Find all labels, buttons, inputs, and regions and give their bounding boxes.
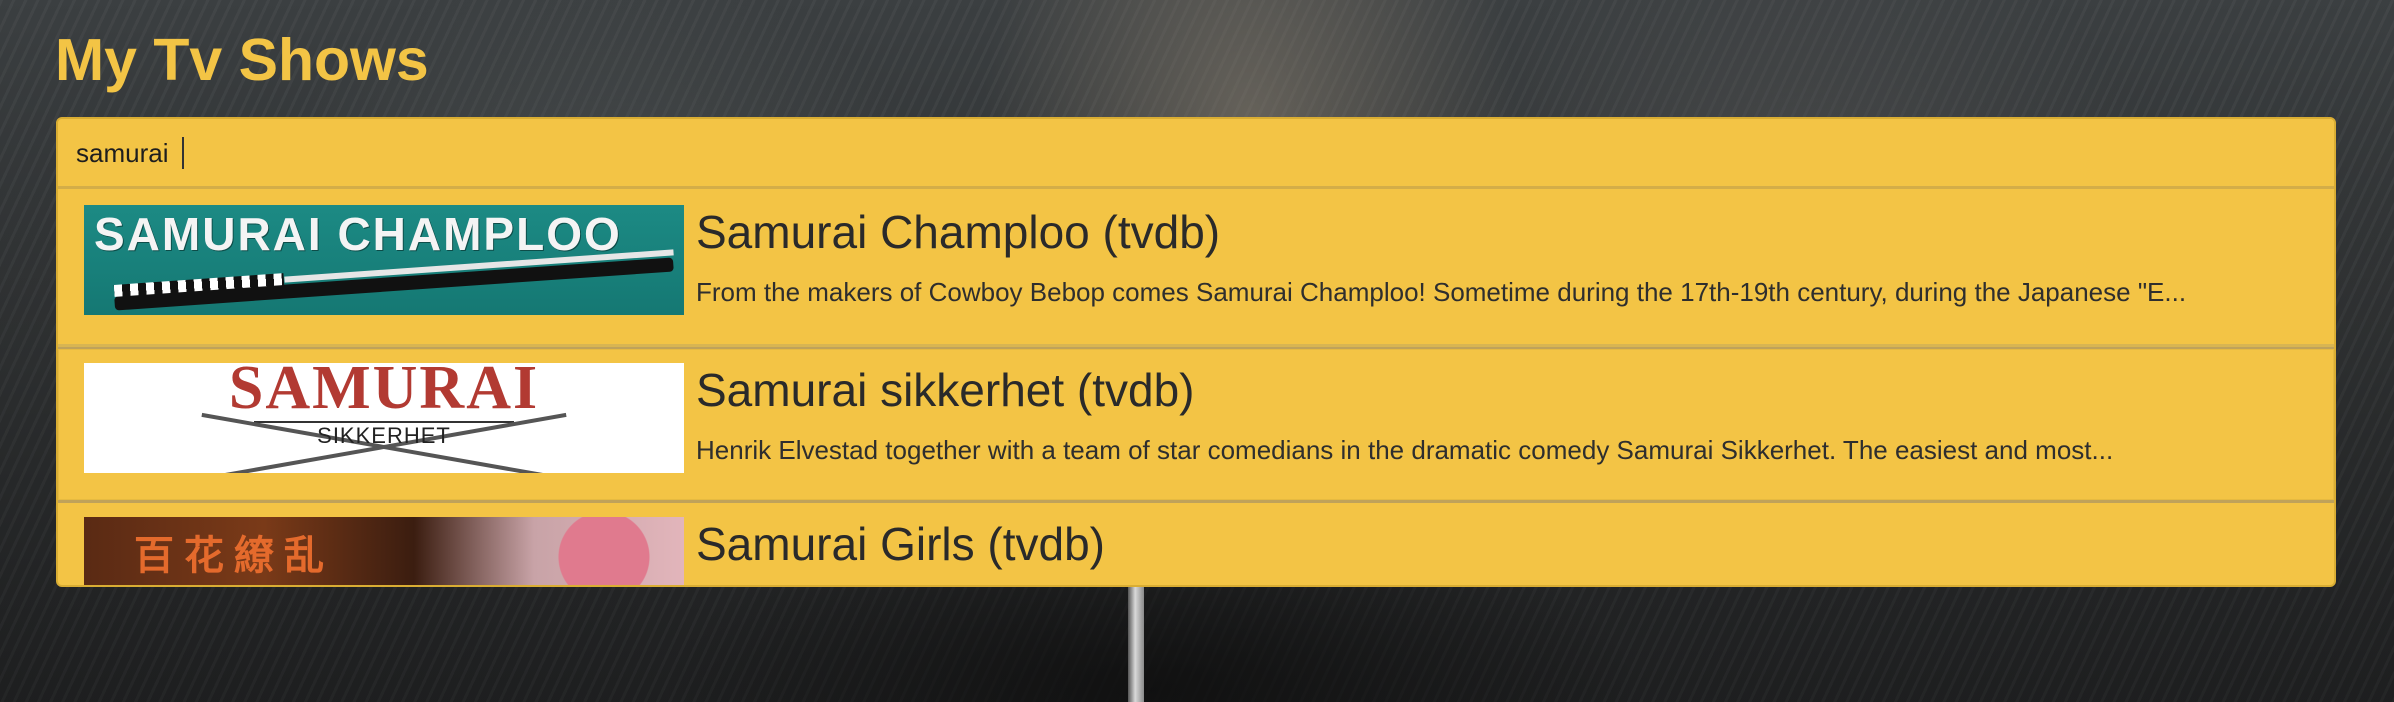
show-thumbnail: 百花繚乱 <box>84 517 684 585</box>
show-thumbnail: SAMURAI CHAMPLOO <box>84 205 684 315</box>
thumbnail-logo-text: SAMURAI CHAMPLOO <box>94 208 622 260</box>
search-autocomplete-panel: SAMURAI CHAMPLOO Samurai Champloo (tvdb)… <box>56 117 2336 587</box>
search-results-list: SAMURAI CHAMPLOO Samurai Champloo (tvdb)… <box>58 191 2334 585</box>
result-description: Henrik Elvestad together with a team of … <box>696 435 2114 465</box>
thumbnail-logo-subtext: SIKKERHET <box>317 423 451 448</box>
result-title: Samurai sikkerhet (tvdb) <box>696 364 1195 416</box>
show-thumbnail: SAMURAI SIKKERHET <box>84 363 684 473</box>
result-title: Samurai Champloo (tvdb) <box>696 206 1221 258</box>
search-result-item[interactable]: SAMURAI SIKKERHET Samurai sikkerhet (tvd… <box>58 347 2334 503</box>
result-title: Samurai Girls (tvdb) <box>696 518 1105 570</box>
thumbnail-logo-text: SAMURAI <box>228 363 540 422</box>
text-caret <box>182 137 184 169</box>
background-sword <box>1128 585 1144 702</box>
search-result-item[interactable]: SAMURAI CHAMPLOO Samurai Champloo (tvdb)… <box>58 191 2334 347</box>
result-description: From the makers of Cowboy Bebop comes Sa… <box>696 277 2187 307</box>
search-result-item[interactable]: 百花繚乱 Samurai Girls (tvdb) <box>58 503 2334 585</box>
page-title: My Tv Shows <box>55 27 429 93</box>
thumbnail-logo-text: 百花繚乱 <box>134 534 334 578</box>
search-box[interactable] <box>58 119 2334 189</box>
search-input[interactable] <box>76 133 976 173</box>
